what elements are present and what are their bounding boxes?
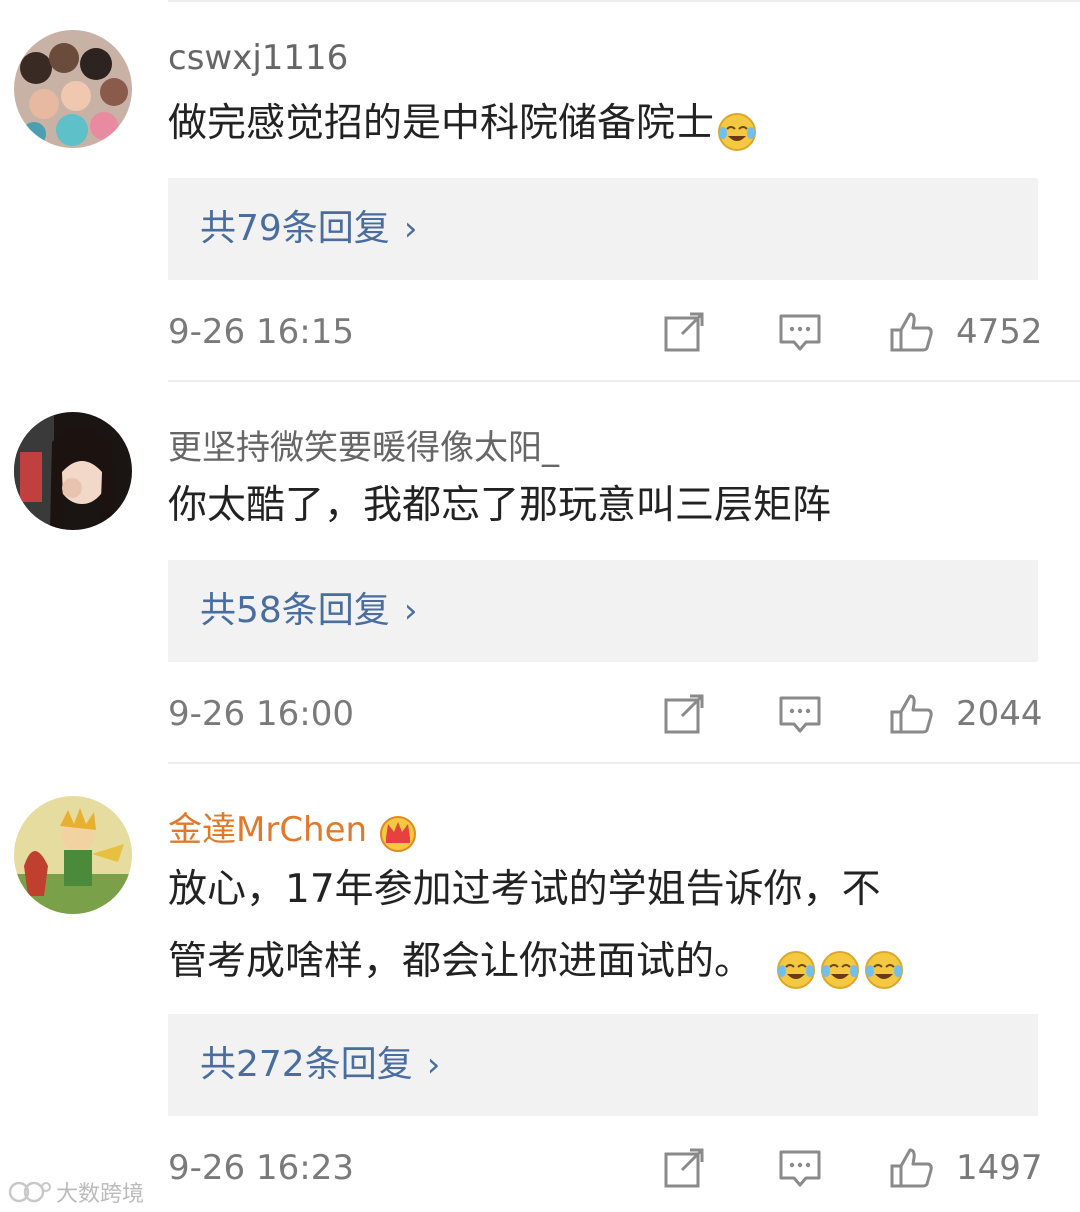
- timestamp: 9-26 16:00: [168, 694, 354, 734]
- thumbs-up-icon[interactable]: [888, 308, 936, 356]
- replies-box[interactable]: 共272条回复 ›: [168, 1014, 1038, 1116]
- replies-box[interactable]: 共58条回复 ›: [168, 560, 1038, 662]
- comment-text-line: 放心，17年参加过考试的学姐告诉你，不: [168, 867, 881, 912]
- laugh-cry-emoji: [863, 943, 905, 989]
- comment-text: 你太酷了，我都忘了那玩意叫三层矩阵: [168, 470, 1048, 542]
- replies-count-label: 共272条回复: [200, 1044, 413, 1085]
- watermark: 大数跨境: [8, 1172, 144, 1212]
- username[interactable]: cswxj1116: [168, 38, 348, 78]
- laugh-cry-emoji: [819, 943, 861, 989]
- avatar[interactable]: [14, 796, 132, 914]
- comment-item: cswxj1116 做完感觉招的是中科院储备院士 共79条回复 › 9-26 16…: [0, 0, 1080, 382]
- timestamp: 9-26 16:15: [168, 312, 354, 352]
- like-count: 2044: [956, 694, 1043, 734]
- chevron-right-icon: ›: [403, 591, 418, 631]
- comment-text-line: 管考成啥样，都会让你进面试的。: [168, 926, 1048, 998]
- replies-box[interactable]: 共79条回复 ›: [168, 178, 1038, 280]
- chevron-right-icon: ›: [403, 209, 418, 249]
- like-count: 4752: [956, 312, 1043, 352]
- avatar[interactable]: [14, 30, 132, 148]
- comment-item: 金達MrChen 放心，17年参加过考试的学姐告诉你，不 管考成啥样，都会让你进…: [0, 764, 1080, 1212]
- share-icon[interactable]: [660, 1144, 708, 1192]
- replies-count-label: 共58条回复: [200, 590, 390, 631]
- view-replies-link[interactable]: 共58条回复 ›: [200, 560, 417, 662]
- comment-text: 做完感觉招的是中科院储备院士: [168, 88, 1048, 160]
- comment-icon[interactable]: [776, 308, 824, 356]
- laugh-cry-emoji: [775, 943, 817, 989]
- comment-text-content: 做完感觉招的是中科院储备院士: [168, 101, 715, 146]
- thumbs-up-icon[interactable]: [888, 690, 936, 738]
- watermark-text: 大数跨境: [56, 1182, 145, 1207]
- username[interactable]: 更坚持微笑要暖得像太阳_: [168, 420, 559, 469]
- comment-meta: 9-26 16:00 2044: [0, 684, 1080, 744]
- laugh-cry-emoji: [716, 105, 758, 151]
- username[interactable]: 金達MrChen: [168, 802, 419, 852]
- view-replies-link[interactable]: 共272条回复 ›: [200, 1014, 440, 1116]
- share-icon[interactable]: [660, 690, 708, 738]
- comment-icon[interactable]: [776, 690, 824, 738]
- chevron-right-icon: ›: [426, 1045, 441, 1085]
- share-icon[interactable]: [660, 308, 708, 356]
- replies-count-label: 共79条回复: [200, 208, 390, 249]
- crown-icon: [377, 812, 419, 852]
- comment-icon[interactable]: [776, 1144, 824, 1192]
- view-replies-link[interactable]: 共79条回复 ›: [200, 178, 417, 280]
- avatar[interactable]: [14, 412, 132, 530]
- like-count: 1497: [956, 1148, 1043, 1188]
- comment-meta: 9-26 16:15 4752: [0, 302, 1080, 362]
- username-text: 金達MrChen: [168, 810, 368, 850]
- watermark-logo-icon: [8, 1181, 51, 1203]
- timestamp: 9-26 16:23: [168, 1148, 354, 1188]
- comment-text-content: 管考成啥样，都会让你进面试的。: [168, 939, 754, 984]
- comment-meta: 9-26 16:23 1497: [0, 1138, 1080, 1198]
- comment-text: 放心，17年参加过考试的学姐告诉你，不 管考成啥样，都会让你进面试的。: [168, 854, 1048, 998]
- thumbs-up-icon[interactable]: [888, 1144, 936, 1192]
- comment-item: 更坚持微笑要暖得像太阳_ 你太酷了，我都忘了那玩意叫三层矩阵 共58条回复 › 9…: [0, 382, 1080, 764]
- comment-text-content: 你太酷了，我都忘了那玩意叫三层矩阵: [168, 483, 832, 528]
